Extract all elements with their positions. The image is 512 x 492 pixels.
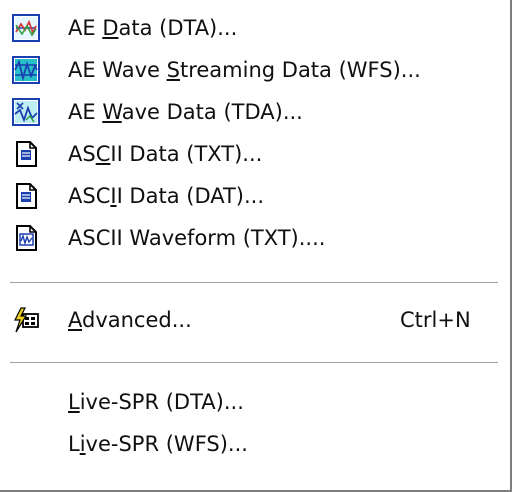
menu-item-label: Live-SPR (WFS)...: [68, 432, 248, 456]
waveform-document-icon: [16, 225, 37, 251]
menu-item-live-spr-dta[interactable]: Live-SPR (DTA)...: [10, 381, 498, 423]
menu-item-shortcut: Ctrl+N: [400, 308, 471, 332]
menu-separator: [10, 282, 498, 284]
menu-item-ascii-data-dat[interactable]: ASCII Data (DAT)...: [10, 175, 498, 217]
document-icon: [16, 141, 37, 167]
menu-item-label: ASCII Waveform (TXT)....: [68, 226, 326, 250]
ae-wave-streaming-icon: [12, 56, 40, 84]
advanced-icon: [14, 307, 39, 333]
import-menu: AE Data (DTA)... AE Wave Streaming Data …: [0, 0, 512, 492]
menu-item-label: AE Wave Streaming Data (WFS)...: [68, 58, 421, 82]
menu-item-label: AE Data (DTA)...: [68, 16, 238, 40]
menu-item-label: AE Wave Data (TDA)...: [68, 100, 303, 124]
menu-item-live-spr-wfs[interactable]: Live-SPR (WFS)...: [10, 423, 498, 465]
document-icon: [16, 183, 37, 209]
menu-item-label: ASCII Data (TXT)...: [68, 142, 263, 166]
menu-separator: [10, 362, 498, 364]
menu-item-advanced[interactable]: Advanced... Ctrl+N: [10, 299, 498, 341]
menu-item-ae-wave-data-tda[interactable]: AE Wave Data (TDA)...: [10, 91, 498, 133]
menu-item-ascii-waveform-txt[interactable]: ASCII Waveform (TXT)....: [10, 217, 498, 259]
ae-data-icon: [12, 14, 40, 42]
menu-item-label: ASCII Data (DAT)...: [68, 184, 265, 208]
menu-item-ae-data-dta[interactable]: AE Data (DTA)...: [10, 7, 498, 49]
menu-item-label: Advanced...: [68, 308, 192, 332]
ae-wave-data-icon: [12, 98, 40, 126]
menu-item-ascii-data-txt[interactable]: ASCII Data (TXT)...: [10, 133, 498, 175]
menu-item-ae-wave-streaming-wfs[interactable]: AE Wave Streaming Data (WFS)...: [10, 49, 498, 91]
menu-item-label: Live-SPR (DTA)...: [68, 390, 244, 414]
